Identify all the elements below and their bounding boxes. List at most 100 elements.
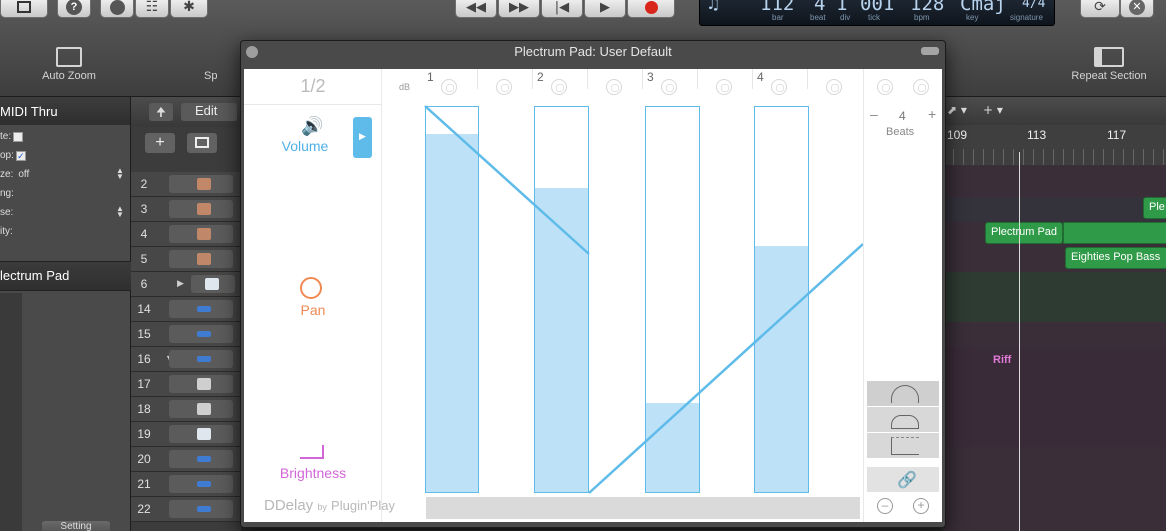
folder-icon	[197, 428, 211, 440]
curve-shape-2-button[interactable]	[867, 406, 939, 432]
audio-icon	[197, 306, 211, 312]
track-row[interactable]: 16▼	[131, 347, 241, 372]
inspector-row-label: ity:	[0, 226, 13, 237]
beats-decrease-button[interactable]: –	[870, 106, 878, 122]
smart-controls-button[interactable]	[100, 0, 134, 18]
region-eighties-pop-bass[interactable]: Eighties Pop Bass	[1065, 247, 1166, 269]
duplicate-icon	[195, 137, 209, 148]
curve-shape-1-button[interactable]	[867, 380, 939, 406]
inspector-row-quantize[interactable]: ze: off ▲ ▼	[0, 165, 131, 184]
volume-select-tab[interactable]: ▶	[353, 117, 372, 158]
partial-tool-label: Sp	[204, 70, 218, 82]
right-knob-1[interactable]	[877, 79, 893, 95]
auto-zoom-label: Auto Zoom	[42, 70, 96, 82]
drum-icon	[197, 403, 211, 415]
track-number: 21	[137, 477, 151, 491]
pointer-tool-icon[interactable]: ⬈ ▾	[947, 103, 967, 117]
link-button[interactable]: 🔗	[867, 466, 939, 492]
inspector-row-swing[interactable]: ng:	[0, 184, 131, 203]
add-track-button[interactable]: +	[145, 133, 175, 153]
arrange-area[interactable]: ⬈ ▾ + ▾ 109 113 117 Ple Plectrum Pad Eig…	[943, 97, 1166, 531]
lcd-div-label: div	[840, 13, 851, 22]
beats-increase-button[interactable]: +	[928, 106, 936, 122]
mixer-icon: ☷	[145, 0, 159, 15]
checkbox-checked[interactable]: ✓	[15, 150, 26, 161]
pan-label: Pan	[300, 302, 326, 318]
track-lane	[943, 272, 1166, 322]
fast-forward-button[interactable]: ▶▶	[498, 0, 540, 18]
track-row[interactable]: 2	[131, 172, 241, 197]
track-row[interactable]: 18	[131, 397, 241, 422]
inspector-region-name[interactable]: lectrum Pad	[0, 261, 131, 291]
keyboard-icon	[197, 228, 211, 240]
pan-icon	[300, 277, 322, 299]
disclosure-icon[interactable]: ▶	[177, 278, 184, 289]
automation-curve	[424, 105, 863, 494]
repeat-section-button[interactable]: Repeat Section	[1054, 47, 1164, 82]
go-to-start-button[interactable]: |◀	[541, 0, 583, 18]
help-button[interactable]: ?	[57, 0, 91, 18]
curve-shape-3-button[interactable]	[867, 432, 939, 458]
track-row[interactable]: 4	[131, 222, 241, 247]
edit-menu[interactable]: Edit	[181, 103, 237, 121]
region-riff[interactable]: Riff	[993, 354, 1011, 366]
track-row[interactable]: 17	[131, 372, 241, 397]
inspector-panel: MIDI Thru te: op: ✓ ze: off ▲ ▼ ng: se: ▲ ▼ it…	[0, 97, 131, 531]
track-row[interactable]: 20	[131, 447, 241, 472]
right-knob-2[interactable]	[913, 79, 929, 95]
region-plectrum-pad-loop[interactable]	[1063, 222, 1166, 244]
duplicate-track-button[interactable]	[187, 133, 217, 153]
brand-by: by	[317, 502, 327, 512]
inspector-row-transpose[interactable]: te:	[0, 127, 131, 146]
inspector-row-loop[interactable]: op: ✓	[0, 146, 131, 165]
inspector-row-velocity[interactable]: se: ▲ ▼	[0, 203, 131, 222]
track-icon	[169, 425, 233, 443]
track-row[interactable]: 22	[131, 497, 241, 522]
track-icon	[169, 300, 233, 318]
timeline-ruler[interactable]: 109 113 117	[943, 125, 1166, 165]
pan-parameter[interactable]: Pan	[244, 277, 382, 321]
editors-button[interactable]: ✱	[170, 0, 208, 18]
partial-tool-button[interactable]: Sp	[204, 47, 244, 82]
track-number: 15	[137, 327, 151, 341]
track-number: 3	[140, 202, 148, 216]
playhead[interactable]	[1019, 152, 1020, 531]
lcd-display[interactable]: ♫ 112 4 1 001 128 Cmaj 4/4 bar beat div …	[699, 0, 1055, 26]
track-row[interactable]: 14	[131, 297, 241, 322]
back-button[interactable]: 🠉	[149, 103, 173, 121]
region-plectrum-pad[interactable]: Plectrum Pad	[985, 222, 1063, 244]
inspector-row-dynamics[interactable]: ity:	[0, 222, 131, 241]
track-row[interactable]: 5	[131, 247, 241, 272]
cycle-button[interactable]: ⟳	[1080, 0, 1120, 18]
brightness-icon	[300, 445, 324, 459]
mixer-button[interactable]: ☷	[135, 0, 169, 18]
record-button[interactable]	[627, 0, 675, 18]
inspector-toggle-button[interactable]	[0, 0, 48, 18]
window-zoom-button[interactable]	[921, 47, 939, 55]
brightness-parameter[interactable]: Brightness	[244, 441, 382, 485]
parameter-panel: 1/2 🔊 Volume ▶ Pan Brightness DDelay by …	[244, 69, 395, 522]
zoom-in-button[interactable]: +	[911, 496, 933, 518]
step-scrollbar[interactable]	[426, 497, 860, 519]
play-button[interactable]: ▶	[584, 0, 626, 18]
crosshair-tool-icon[interactable]: + ▾	[983, 103, 1003, 117]
lcd-beat-label: beat	[810, 13, 826, 22]
checkbox[interactable]	[13, 131, 24, 142]
auto-zoom-button[interactable]: Auto Zoom	[14, 47, 124, 82]
track-number: 6	[140, 277, 148, 291]
track-row[interactable]: 21	[131, 472, 241, 497]
setting-button[interactable]: Setting	[42, 521, 110, 531]
lcd-bpm-label: bpm	[914, 13, 930, 22]
region-plectrum-partial[interactable]: Ple	[1143, 197, 1166, 219]
tuner-button[interactable]: ✕	[1120, 0, 1154, 18]
zoom-out-button[interactable]: –	[875, 496, 897, 518]
track-icon	[169, 325, 233, 343]
track-row[interactable]: 15	[131, 322, 241, 347]
page-indicator[interactable]: 1/2	[244, 69, 382, 105]
rewind-button[interactable]: ◀◀	[455, 0, 497, 18]
inspector-header[interactable]: MIDI Thru	[0, 97, 130, 125]
track-list-header: 🠉 Edit	[131, 97, 241, 127]
track-row[interactable]: 3	[131, 197, 241, 222]
track-row[interactable]: 6 ▶	[131, 272, 241, 297]
track-row[interactable]: 19	[131, 422, 241, 447]
